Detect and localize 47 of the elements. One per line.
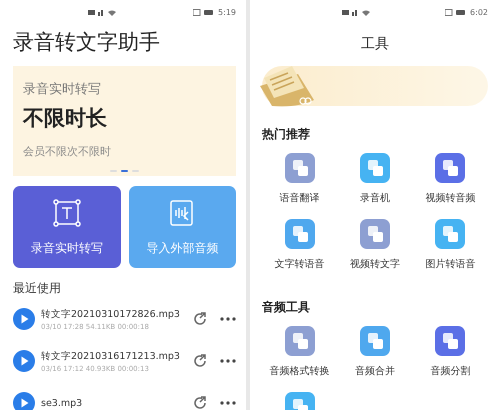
share-icon[interactable] <box>192 311 208 327</box>
more-icon[interactable] <box>220 359 236 363</box>
tool-label[interactable]: 视频转文字 <box>350 257 400 271</box>
app-title: 录音转文字助手 <box>13 29 161 56</box>
tool-label[interactable]: 音频合并 <box>354 364 395 378</box>
file-name[interactable]: 转文字20210316171213.mp3 <box>41 350 186 362</box>
tool-label[interactable]: 图片转语音 <box>425 257 476 271</box>
banner-subtitle: 录音实时转写 <box>23 81 102 98</box>
tool-icon[interactable] <box>435 219 466 249</box>
tool-label[interactable]: 音频分割 <box>430 364 470 378</box>
tool-label[interactable]: 录音机 <box>360 191 390 205</box>
page-title: 工具 <box>360 35 390 54</box>
tool-icon[interactable] <box>360 326 390 356</box>
tool-icon[interactable] <box>435 153 466 183</box>
tool-icon[interactable] <box>284 326 315 356</box>
share-icon[interactable] <box>192 395 208 410</box>
more-icon[interactable] <box>220 401 236 405</box>
tool-icon[interactable] <box>284 153 315 183</box>
section-heading: 音频工具 <box>262 299 311 316</box>
tool-icon[interactable] <box>284 219 315 249</box>
banner-headline: 不限时长 <box>23 105 108 132</box>
page-indicator[interactable] <box>121 170 128 172</box>
more-icon[interactable] <box>220 317 236 321</box>
battery-icon <box>193 8 216 16</box>
section-heading: 最近使用 <box>13 280 62 297</box>
text-frame-icon <box>52 198 82 228</box>
banner-note: 会员不限次不限时 <box>23 144 112 159</box>
play-icon[interactable] <box>13 392 35 410</box>
play-icon[interactable] <box>13 308 35 330</box>
tool-label[interactable]: 视频转音频 <box>425 191 476 205</box>
tool-label[interactable]: 文字转语音 <box>274 257 325 271</box>
record-card[interactable]: 录音实时转写 <box>13 186 120 268</box>
status-time: 6:02 <box>470 8 488 16</box>
status-time: 5:19 <box>218 8 236 16</box>
promo-banner[interactable]: 录音实时转写 不限时长 会员不限次不限时 <box>13 66 236 176</box>
battery-icon <box>445 8 468 16</box>
tool-icon[interactable] <box>435 326 466 356</box>
promo-banner[interactable] <box>262 66 488 106</box>
section-heading: 热门推荐 <box>262 126 311 143</box>
tool-icon[interactable] <box>360 219 390 249</box>
play-icon[interactable] <box>13 350 35 372</box>
file-name[interactable]: 转文字20210310172826.mp3 <box>41 308 186 320</box>
share-icon[interactable] <box>192 353 208 369</box>
file-name[interactable]: se3.mp3 <box>41 396 186 410</box>
tool-label[interactable]: 音频格式转换 <box>270 364 330 378</box>
tool-icon[interactable] <box>360 153 390 183</box>
tool-label[interactable]: 语音翻译 <box>280 191 320 205</box>
